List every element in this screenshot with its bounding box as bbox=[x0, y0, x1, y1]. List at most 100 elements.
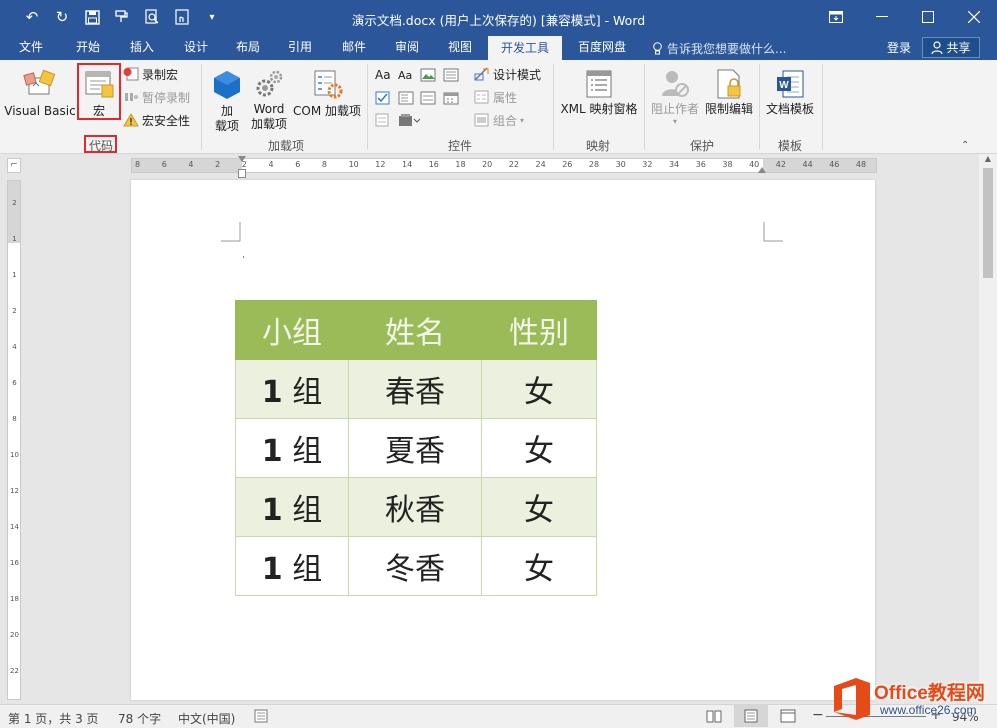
table-cell-name[interactable]: 秋香 bbox=[348, 477, 482, 537]
scroll-up-icon[interactable]: ▲ bbox=[979, 154, 997, 168]
group-text: 组 bbox=[292, 434, 323, 469]
document-template-button[interactable]: W 文档模板 bbox=[762, 64, 818, 117]
table-cell-name[interactable]: 春香 bbox=[348, 359, 482, 419]
table-cell-gender[interactable]: 女 bbox=[481, 536, 597, 596]
tab-layout[interactable]: 布局 bbox=[222, 36, 274, 60]
share-label: 共享 bbox=[946, 41, 971, 55]
dropdown-list-icon bbox=[420, 91, 436, 105]
tab-review[interactable]: 审阅 bbox=[381, 36, 433, 60]
repeating-section-control-button[interactable] bbox=[375, 111, 391, 129]
checkbox-control-button[interactable] bbox=[375, 89, 391, 107]
word-document-icon: W bbox=[774, 68, 806, 100]
tab-references[interactable]: 引用 bbox=[274, 36, 326, 60]
checkbox-icon bbox=[375, 91, 390, 105]
building-block-control-button[interactable] bbox=[443, 66, 459, 84]
table-header-cell[interactable]: 姓名 bbox=[348, 300, 482, 360]
ruler-toggle-icon[interactable]: ⌐ bbox=[7, 158, 21, 173]
table-header-row: 小组 姓名 性别 bbox=[235, 300, 597, 360]
word-count[interactable]: 78 个字 bbox=[118, 710, 161, 727]
group-button[interactable]: 组合 ▾ bbox=[474, 111, 524, 129]
ruler-number: 10 bbox=[348, 160, 359, 169]
addins-button[interactable]: 加 载项 bbox=[207, 64, 247, 134]
tab-design[interactable]: 设计 bbox=[170, 36, 222, 60]
tab-baidu-netdisk[interactable]: 百度网盘 bbox=[568, 36, 636, 60]
right-indent-marker[interactable] bbox=[758, 167, 766, 173]
close-icon[interactable] bbox=[951, 0, 997, 34]
table-cell-group[interactable]: 1 组 bbox=[235, 477, 349, 537]
tab-home[interactable]: 开始 bbox=[62, 36, 114, 60]
table-cell-group[interactable]: 1 组 bbox=[235, 536, 349, 596]
visual-basic-button[interactable]: Visual Basic bbox=[4, 64, 76, 119]
group-number: 1 bbox=[261, 434, 283, 469]
dropdown-list-control-button[interactable] bbox=[420, 89, 436, 107]
properties-label: 属性 bbox=[493, 90, 518, 105]
table-cell-group[interactable]: 1 组 bbox=[235, 359, 349, 419]
first-line-indent-marker[interactable] bbox=[238, 156, 246, 162]
table-cell-gender[interactable]: 女 bbox=[481, 359, 597, 419]
group-text: 组 bbox=[292, 375, 323, 410]
sign-in-link[interactable]: 登录 bbox=[887, 39, 911, 56]
table-cell-group[interactable]: 1 组 bbox=[235, 418, 349, 478]
vruler-number: 2 bbox=[12, 199, 17, 207]
language-indicator[interactable]: 中文(中国) bbox=[178, 710, 235, 727]
vertical-ruler[interactable]: 2 1 1 2 4 6 8 10 12 14 16 18 20 22 bbox=[7, 180, 21, 700]
macro-security-button[interactable]: 宏安全性 bbox=[123, 111, 190, 129]
ruler-number: 42 bbox=[775, 160, 786, 169]
word-addins-button[interactable]: Word 加载项 bbox=[250, 64, 288, 132]
table-cell-name[interactable]: 夏香 bbox=[348, 418, 482, 478]
calendar-icon bbox=[443, 92, 459, 105]
document-table[interactable]: 小组 姓名 性别 1 组 春香 女 1 组 夏香 女 1 组 秋香 女 1 组 … bbox=[235, 300, 597, 596]
combo-box-control-button[interactable] bbox=[398, 89, 414, 107]
ribbon-display-options-icon[interactable] bbox=[813, 0, 859, 34]
design-mode-button[interactable]: 设计模式 bbox=[474, 65, 541, 83]
xml-mapping-pane-button[interactable]: XML 映射窗格 bbox=[556, 64, 642, 117]
table-cell-name[interactable]: 冬香 bbox=[348, 536, 482, 596]
table-cell-gender[interactable]: 女 bbox=[481, 418, 597, 478]
block-authors-button[interactable]: 阻止作者 ▾ bbox=[648, 64, 702, 126]
pause-icon bbox=[125, 93, 138, 101]
maximize-icon[interactable] bbox=[905, 0, 951, 34]
table-cell-gender[interactable]: 女 bbox=[481, 477, 597, 537]
properties-button[interactable]: 属性 bbox=[474, 88, 517, 106]
pause-recording-button[interactable]: 暂停录制 bbox=[123, 88, 190, 106]
com-addins-icon bbox=[310, 68, 344, 102]
group-label-controls: 控件 bbox=[447, 139, 472, 153]
collapse-ribbon-icon[interactable]: ⌃ bbox=[961, 136, 969, 154]
record-macro-button[interactable]: 录制宏 bbox=[123, 65, 178, 83]
hanging-indent-marker[interactable] bbox=[238, 169, 246, 178]
table-header-cell[interactable]: 小组 bbox=[235, 300, 349, 360]
page-count[interactable]: 第 1 页，共 3 页 bbox=[8, 710, 99, 727]
com-addins-button[interactable]: COM 加载项 bbox=[291, 64, 363, 119]
combo-box-icon bbox=[398, 91, 414, 105]
restrict-editing-button[interactable]: 限制编辑 bbox=[702, 64, 756, 117]
date-picker-control-button[interactable] bbox=[443, 89, 459, 107]
zoom-out-icon[interactable]: − bbox=[812, 707, 824, 723]
plain-text-control-button[interactable]: Aa bbox=[398, 66, 412, 84]
table-header-cell[interactable]: 性别 bbox=[481, 300, 597, 360]
group-number: 1 bbox=[261, 375, 283, 410]
print-layout-icon[interactable] bbox=[734, 705, 768, 727]
picture-control-button[interactable] bbox=[420, 66, 436, 84]
legacy-tools-button[interactable] bbox=[398, 111, 420, 129]
rich-text-control-button[interactable]: Aa bbox=[375, 66, 391, 84]
scrollbar-thumb[interactable] bbox=[983, 168, 993, 278]
tab-insert[interactable]: 插入 bbox=[116, 36, 168, 60]
minimize-icon[interactable] bbox=[859, 0, 905, 34]
ruler-number: 36 bbox=[695, 160, 706, 169]
tell-me-box[interactable]: 告诉我您想要做什么... bbox=[652, 40, 786, 57]
share-button[interactable]: 共享 bbox=[922, 37, 980, 58]
ruler-number: 26 bbox=[562, 160, 573, 169]
vruler-number: 1 bbox=[12, 235, 17, 243]
tab-file[interactable]: 文件 bbox=[8, 36, 54, 60]
xml-mapping-pane-label: XML 映射窗格 bbox=[560, 102, 638, 116]
vruler-number: 12 bbox=[10, 487, 19, 495]
tab-view[interactable]: 视图 bbox=[434, 36, 486, 60]
read-mode-icon[interactable] bbox=[706, 709, 722, 726]
tab-mailings[interactable]: 邮件 bbox=[328, 36, 380, 60]
tab-developer[interactable]: 开发工具 bbox=[488, 36, 562, 60]
track-changes-icon[interactable] bbox=[254, 709, 268, 726]
web-layout-icon[interactable] bbox=[780, 709, 796, 726]
ruler-number: 4 bbox=[268, 160, 274, 169]
vertical-scrollbar[interactable]: ▲ bbox=[979, 154, 997, 704]
com-addins-label: COM 加载项 bbox=[293, 104, 361, 118]
